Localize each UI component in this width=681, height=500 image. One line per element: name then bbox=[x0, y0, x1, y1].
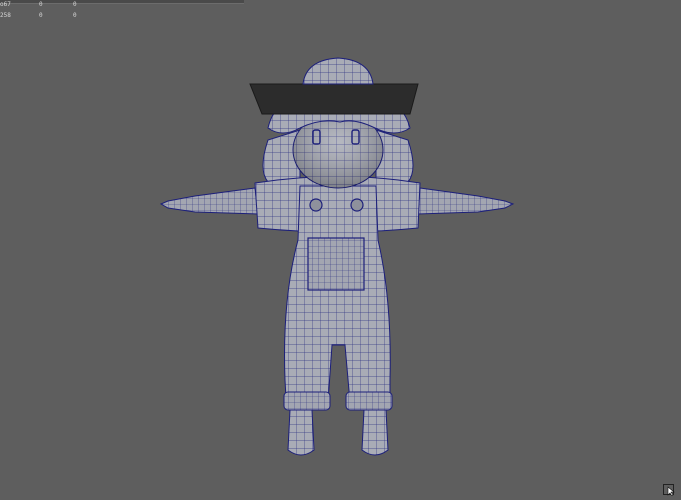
boots bbox=[287, 409, 389, 456]
character-model[interactable] bbox=[0, 0, 681, 500]
button-left bbox=[309, 198, 323, 212]
hat-brim bbox=[249, 83, 419, 115]
3d-viewport[interactable]: o67 0 0 258 0 0 bbox=[0, 0, 681, 500]
hat-crown bbox=[302, 57, 374, 85]
hat bbox=[249, 57, 419, 115]
left-arm bbox=[159, 187, 259, 215]
button-right bbox=[350, 198, 364, 212]
overalls bbox=[283, 185, 393, 411]
cursor-icon bbox=[663, 484, 675, 496]
right-arm bbox=[417, 187, 515, 215]
